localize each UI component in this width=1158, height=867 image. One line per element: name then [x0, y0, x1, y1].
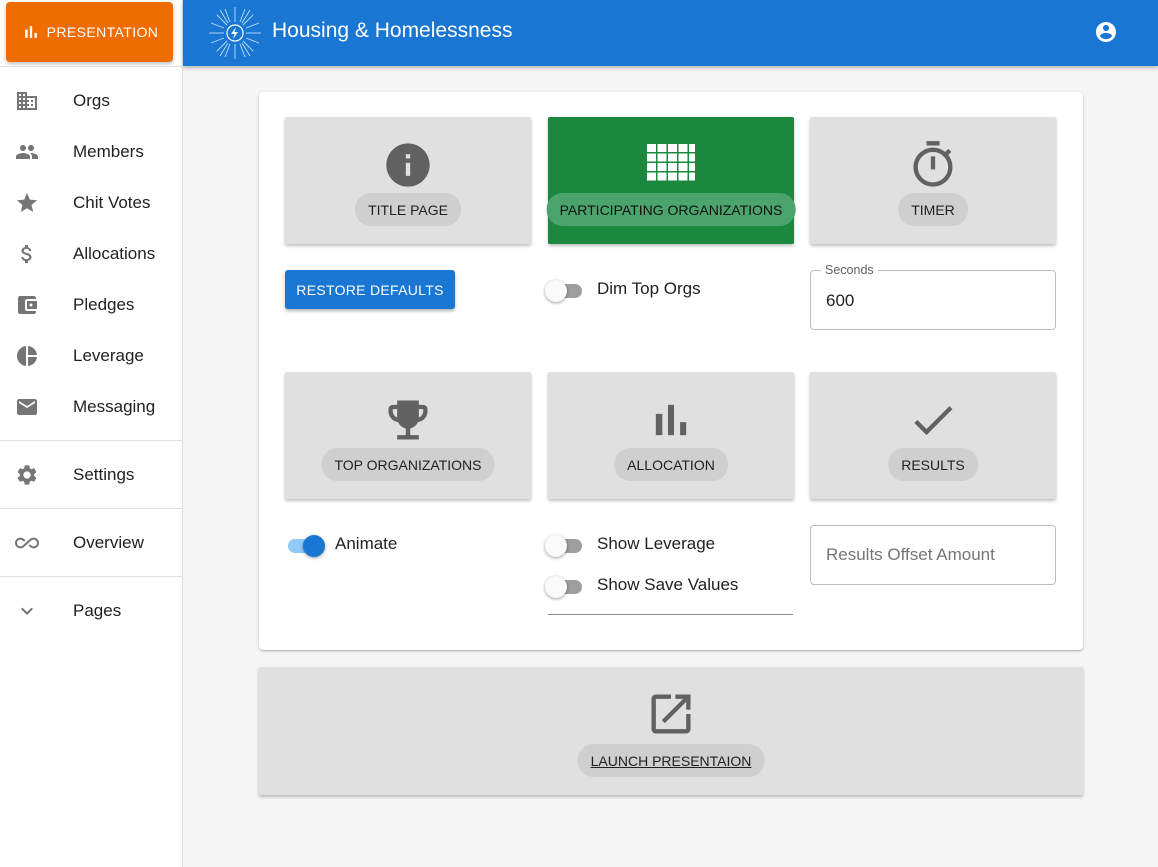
sidebar-item-label: Leverage: [73, 345, 144, 365]
presentation-settings-card: TITLE PAGE PARTICIPATING ORGANIZATIONS T…: [259, 92, 1083, 650]
sidebar-item-allocations[interactable]: Allocations: [0, 228, 183, 279]
title-page-chip: TITLE PAGE: [355, 193, 461, 226]
sidebar-item-members[interactable]: Members: [0, 126, 183, 177]
bar-chart-icon: [24, 26, 37, 38]
animate-label: Animate: [335, 534, 398, 553]
infinity-icon: [15, 537, 39, 548]
dim-top-orgs-toggle[interactable]: [545, 278, 583, 302]
launch-presentation-chip[interactable]: LAUNCH PRESENTAION: [577, 744, 765, 777]
sidebar-item-chit-votes[interactable]: Chit Votes: [0, 177, 183, 228]
sidebar-item-label: Pages: [73, 600, 122, 620]
sidebar-item-label: Orgs: [73, 90, 110, 110]
timer-icon: [913, 141, 953, 187]
sidebar-item-messaging[interactable]: Messaging: [0, 381, 183, 432]
open-in-new-icon: [651, 694, 691, 734]
sidebar-item-label: Members: [73, 141, 144, 161]
sidebar: PRESENTATION Orgs Members Chit Votes All…: [0, 0, 183, 867]
presentation-label: PRESENTATION: [46, 24, 159, 40]
building-icon: [17, 91, 37, 110]
timer-tile[interactable]: TIMER: [810, 117, 1056, 244]
seconds-value: 600: [826, 291, 855, 310]
mail-icon: [17, 398, 37, 415]
sidebar-item-label: Overview: [73, 532, 144, 552]
toggle-thumb: [545, 280, 567, 302]
show-leverage-toggle[interactable]: [545, 533, 583, 557]
check-icon: [914, 406, 953, 436]
gear-icon: [17, 464, 37, 485]
app-bar: Housing & Homelessness: [183, 0, 1158, 66]
sidebar-item-settings[interactable]: Settings: [0, 449, 183, 500]
results-offset-placeholder: Results Offset Amount: [826, 545, 995, 564]
launch-presentation-tile[interactable]: LAUNCH PRESENTAION: [259, 667, 1083, 795]
sidebar-item-label: Messaging: [73, 396, 156, 416]
grid-icon: [647, 144, 695, 181]
wallet-icon: [18, 295, 37, 314]
title-page-tile[interactable]: TITLE PAGE: [285, 117, 531, 244]
presentation-button[interactable]: PRESENTATION: [6, 2, 173, 62]
results-tile[interactable]: RESULTS: [810, 372, 1056, 499]
dollar-icon: [21, 244, 32, 263]
show-leverage-label: Show Leverage: [597, 534, 716, 553]
participating-organizations-chip: PARTICIPATING ORGANIZATIONS: [546, 193, 796, 226]
sidebar-item-pledges[interactable]: Pledges: [0, 279, 183, 330]
app-title: Housing & Homelessness: [272, 19, 513, 42]
sidebar-item-label: Settings: [73, 464, 135, 484]
sidebar-item-label: Allocations: [73, 243, 156, 263]
dim-top-orgs-label: Dim Top Orgs: [597, 279, 701, 298]
show-save-values-label: Show Save Values: [597, 575, 739, 594]
allocation-tile[interactable]: ALLOCATION: [548, 372, 794, 499]
sidebar-item-overview[interactable]: Overview: [0, 517, 183, 568]
bar-chart-icon: [655, 404, 687, 436]
allocation-chip: ALLOCATION: [614, 448, 728, 481]
sidebar-item-leverage[interactable]: Leverage: [0, 330, 183, 381]
timer-chip: TIMER: [898, 193, 968, 226]
account-icon[interactable]: [1094, 20, 1118, 44]
nav-list: Orgs Members Chit Votes Allocations Pled…: [0, 66, 183, 636]
restore-defaults-button[interactable]: RESTORE DEFAULTS: [285, 270, 455, 309]
seconds-label: Seconds: [821, 263, 878, 277]
people-icon: [16, 144, 38, 159]
info-icon: [386, 143, 430, 187]
divider: [548, 614, 793, 615]
logo-icon: [209, 7, 261, 59]
pie-chart-icon: [17, 345, 37, 366]
sidebar-item-orgs[interactable]: Orgs: [0, 75, 183, 126]
toggle-thumb: [545, 576, 567, 598]
participating-organizations-tile[interactable]: PARTICIPATING ORGANIZATIONS: [546, 117, 796, 244]
seconds-field[interactable]: Seconds 600: [810, 263, 1056, 330]
animate-toggle[interactable]: [285, 533, 325, 557]
show-save-values-toggle[interactable]: [545, 574, 583, 598]
toggle-thumb: [545, 535, 567, 557]
toggle-thumb: [303, 535, 325, 557]
chevron-down-icon: [21, 607, 33, 615]
trophy-icon: [388, 400, 428, 440]
sidebar-item-pages[interactable]: Pages: [0, 585, 183, 636]
star-icon: [17, 192, 37, 212]
sidebar-item-label: Pledges: [73, 294, 135, 314]
results-offset-field[interactable]: Results Offset Amount: [810, 525, 1056, 585]
top-organizations-tile[interactable]: TOP ORGANIZATIONS: [285, 372, 531, 499]
top-organizations-chip: TOP ORGANIZATIONS: [321, 448, 495, 481]
results-chip: RESULTS: [888, 448, 978, 481]
sidebar-item-label: Chit Votes: [73, 192, 151, 212]
